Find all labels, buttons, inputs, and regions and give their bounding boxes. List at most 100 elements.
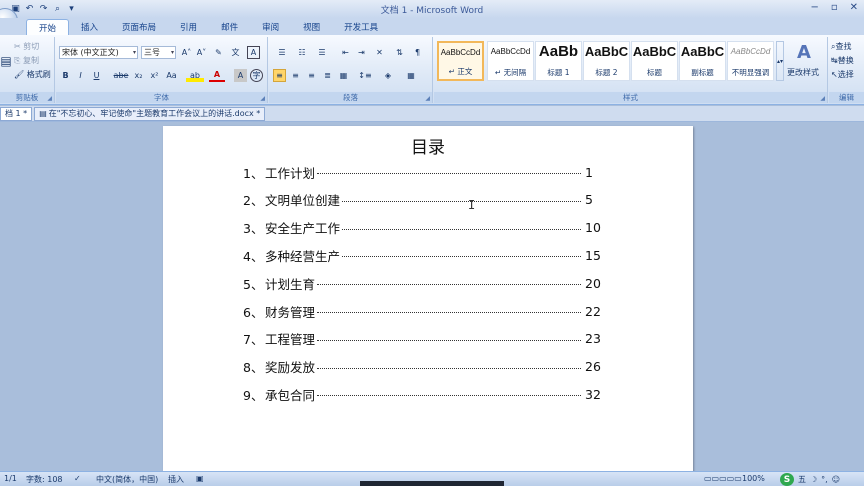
toc-leader <box>317 388 581 397</box>
style-subtle-emphasis[interactable]: AaBbCcDd 不明显强调 <box>727 41 774 81</box>
toc-entry[interactable]: 3、 安全生产工作 10 <box>243 219 603 237</box>
view-buttons-icon[interactable]: ▭▭▭▭▭ <box>704 474 742 483</box>
maximize-icon[interactable]: ▫ <box>831 2 838 13</box>
show-marks-icon[interactable]: ¶ <box>411 46 424 59</box>
launcher-icon[interactable]: ◢ <box>47 95 52 102</box>
tab-view[interactable]: 视图 <box>291 19 332 35</box>
change-case-button[interactable]: Aa <box>163 69 180 82</box>
numbering-icon[interactable]: ☷ <box>293 46 311 59</box>
bullets-icon[interactable]: ☰ <box>273 46 291 59</box>
grow-font-icon[interactable]: A˄ <box>180 46 193 59</box>
style-heading-2[interactable]: AaBbC 标题 2 <box>583 41 630 81</box>
style-normal[interactable]: AaBbCcDd ↵ 正文 <box>437 41 484 81</box>
font-size-combo[interactable]: 三号 ▾ <box>141 46 176 59</box>
style-subtitle[interactable]: AaBbC 副标题 <box>679 41 726 81</box>
increase-indent-icon[interactable]: ⇥ <box>355 46 368 59</box>
document-workarea[interactable]: 目录 1、 工作计划 1 2、 文明单位创建 5 3、 安全生产工作 10 4、 多种经营生产 15 5… <box>0 122 864 471</box>
toc-entry[interactable]: 9、 承包合同 32 <box>243 385 603 403</box>
doc-tab-speech[interactable]: ▤ 在"不忘初心、牢记使命"主题教育工作会议上的讲话.docx * <box>34 106 266 121</box>
justify-icon[interactable]: ≣ <box>321 69 334 82</box>
distribute-icon[interactable]: ▦ <box>337 69 350 82</box>
macro-record-icon[interactable]: ▣ <box>196 474 204 483</box>
sort-icon[interactable]: ⇅ <box>393 46 406 59</box>
ime-toolbar[interactable]: S 五 ☽ °, ☺ <box>780 472 864 486</box>
toc-page: 32 <box>585 386 601 402</box>
toc-entry[interactable]: 7、 工程管理 23 <box>243 330 603 348</box>
emoji-icon[interactable]: ☺ <box>832 475 840 484</box>
ime-mode[interactable]: 五 <box>798 474 806 485</box>
borders-icon[interactable]: ▦ <box>401 69 421 82</box>
multilevel-list-icon[interactable]: ☰ <box>313 46 331 59</box>
clear-format-icon[interactable]: ✎ <box>212 46 225 59</box>
style-title[interactable]: AaBbC 标题 <box>631 41 678 81</box>
style-no-spacing[interactable]: AaBbCcDd ↵ 无间隔 <box>487 41 534 81</box>
styles-scroll-icon[interactable]: ▴▾ <box>776 41 784 81</box>
align-center-icon[interactable]: ≡ <box>289 69 302 82</box>
moon-icon[interactable]: ☽ <box>810 475 817 484</box>
find-button[interactable]: ⌕查找 <box>831 41 851 52</box>
phonetic-guide-icon[interactable]: 文 <box>229 46 242 59</box>
toc-leader <box>317 277 581 286</box>
change-styles-button[interactable]: 更改样式 <box>787 67 819 78</box>
status-zoom[interactable]: 100% <box>742 474 765 483</box>
change-styles-icon[interactable]: A <box>794 41 814 63</box>
sogou-icon[interactable]: S <box>780 473 794 486</box>
shading-icon[interactable]: ◈ <box>379 69 397 82</box>
tab-mailings[interactable]: 邮件 <box>209 19 250 35</box>
align-right-icon[interactable]: ≡ <box>305 69 318 82</box>
enclose-char-button[interactable]: 字 <box>250 69 263 82</box>
paste-icon[interactable]: ▤ <box>0 41 12 81</box>
document-page[interactable]: 目录 1、 工作计划 1 2、 文明单位创建 5 3、 安全生产工作 10 4、 多种经营生产 15 5… <box>163 126 693 471</box>
shrink-font-icon[interactable]: A˅ <box>195 46 208 59</box>
align-left-icon[interactable]: ≡ <box>273 69 286 82</box>
spell-check-icon[interactable]: ✓ <box>74 474 81 483</box>
toc-entry[interactable]: 5、 计划生育 20 <box>243 274 603 292</box>
doc-tab-current[interactable]: 档 1 * <box>0 106 33 121</box>
superscript-button[interactable]: x² <box>148 69 161 82</box>
format-painter-button[interactable]: 🖌 格式刷 <box>14 69 51 80</box>
status-page[interactable]: 1/1 <box>4 474 17 483</box>
status-insert-mode[interactable]: 插入 <box>168 474 184 485</box>
replace-button[interactable]: ↹替换 <box>831 55 854 66</box>
tab-developer[interactable]: 开发工具 <box>332 19 390 35</box>
style-heading-1[interactable]: AaBb 标题 1 <box>535 41 582 81</box>
highlight-button[interactable]: ab <box>186 69 204 82</box>
italic-button[interactable]: I <box>74 69 87 82</box>
punct-icon[interactable]: °, <box>821 475 828 484</box>
tab-home[interactable]: 开始 <box>26 19 70 35</box>
chinese-layout-icon[interactable]: ✕ <box>373 46 386 59</box>
line-spacing-icon[interactable]: ↕≡ <box>355 69 375 82</box>
launcher-icon[interactable]: ◢ <box>260 95 265 102</box>
tab-insert[interactable]: 插入 <box>69 19 110 35</box>
close-icon[interactable]: ✕ <box>850 2 858 13</box>
decrease-indent-icon[interactable]: ⇤ <box>339 46 352 59</box>
char-shading-button[interactable]: A <box>234 69 247 82</box>
subscript-button[interactable]: x₂ <box>132 69 145 82</box>
toc-entry[interactable]: 1、 工作计划 1 <box>243 163 603 181</box>
select-button[interactable]: ↖选择 <box>831 69 854 80</box>
paragraph-group: ☰ ☷ ☰ ⇤ ⇥ ✕ ⇅ ¶ ≡ ≡ ≡ ≣ ▦ ↕≡ ◈ ▦ 段落 ◢ <box>269 37 433 103</box>
minimize-icon[interactable]: − <box>810 2 818 13</box>
char-border-icon[interactable]: A <box>247 46 260 59</box>
ibeam-cursor-icon: I <box>468 198 476 212</box>
launcher-icon[interactable]: ◢ <box>425 95 430 102</box>
font-color-button[interactable]: A <box>209 69 225 82</box>
tab-review[interactable]: 审阅 <box>250 19 291 35</box>
toc-entry[interactable]: 6、 财务管理 22 <box>243 302 603 320</box>
font-name-combo[interactable]: 宋体 (中文正文) ▾ <box>59 46 138 59</box>
toc-entry[interactable]: 8、 奖励发放 26 <box>243 358 603 376</box>
cut-button[interactable]: ✂ 剪切 <box>14 41 39 52</box>
status-word-count[interactable]: 字数: 108 <box>26 474 63 485</box>
tab-references[interactable]: 引用 <box>168 19 209 35</box>
toc-number: 1、 <box>243 165 264 181</box>
tab-page-layout[interactable]: 页面布局 <box>110 19 168 35</box>
copy-button[interactable]: ⎘ 复制 <box>14 55 39 66</box>
status-language[interactable]: 中文(简体，中国) <box>96 474 158 485</box>
underline-button[interactable]: U <box>90 69 103 82</box>
strikethrough-button[interactable]: abe <box>112 69 130 82</box>
toc-entry[interactable]: 2、 文明单位创建 5 <box>243 191 603 209</box>
bold-button[interactable]: B <box>59 69 72 82</box>
launcher-icon[interactable]: ◢ <box>820 95 825 102</box>
editing-label: 编辑 <box>829 92 864 103</box>
toc-entry[interactable]: 4、 多种经营生产 15 <box>243 246 603 264</box>
